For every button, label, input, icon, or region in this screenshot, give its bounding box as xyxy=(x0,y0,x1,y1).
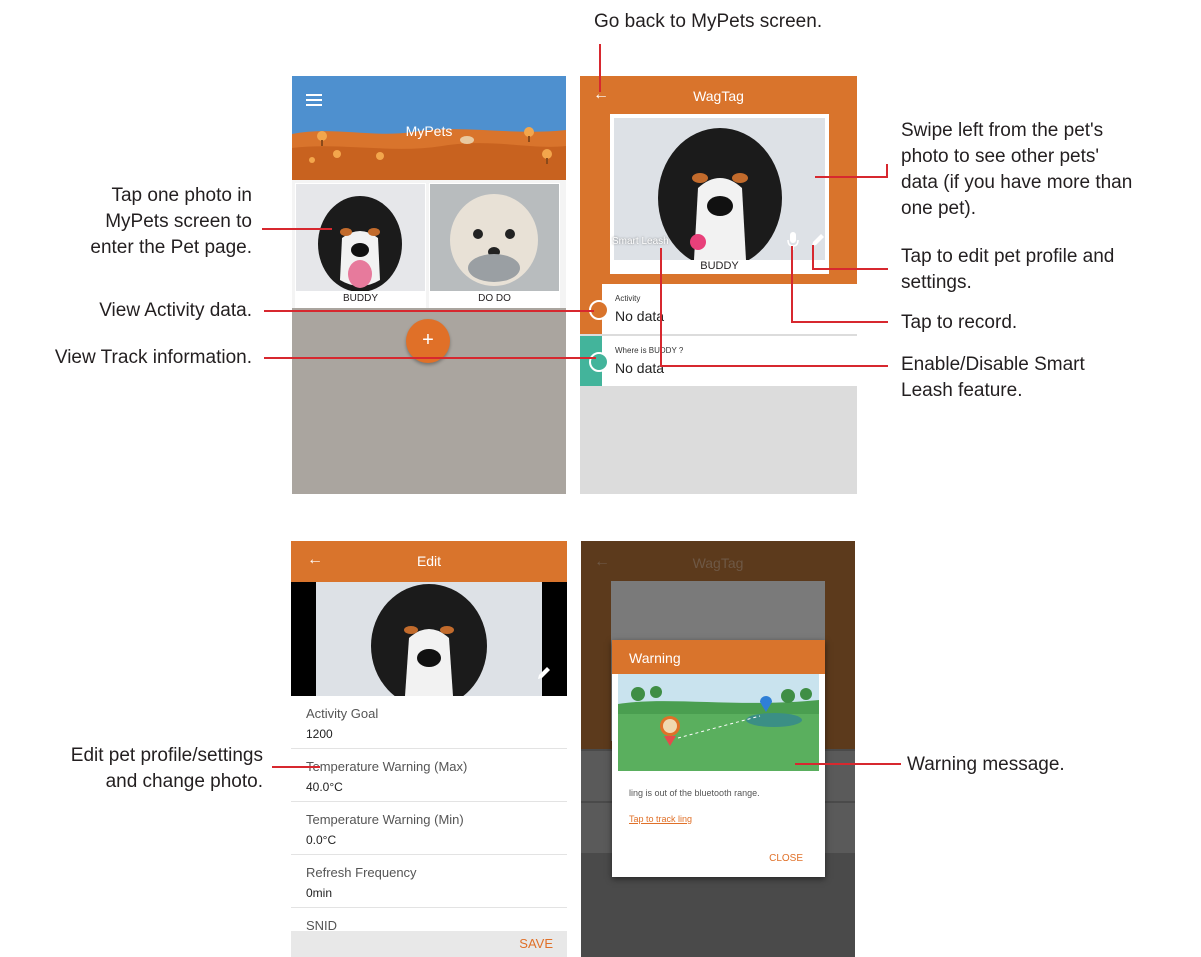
microphone-icon[interactable] xyxy=(787,232,799,250)
annotation-line: Tap to edit pet profile and xyxy=(901,246,1115,267)
connector-line xyxy=(812,268,888,270)
pet-card-buddy[interactable]: BUDDY xyxy=(295,183,426,308)
pencil-icon[interactable] xyxy=(536,665,552,681)
connector-line xyxy=(262,228,332,230)
wagtag-header: ← WagTag BUDDY Smart Leash xyxy=(580,76,857,284)
field-refresh-frequency[interactable]: Refresh Frequency 0min xyxy=(291,855,567,908)
connector-line xyxy=(264,357,596,359)
connector-line xyxy=(795,763,901,765)
connector-line xyxy=(886,164,888,178)
annotation-edit-profile: Edit pet profile/settings and change pho… xyxy=(0,743,263,795)
menu-icon[interactable] xyxy=(306,94,322,106)
annotation-tap-photo: Tap one photo in MyPets screen to enter … xyxy=(40,183,252,261)
annotation-tap-record: Tap to record. xyxy=(901,312,1018,333)
annotation-smart-leash: Enable/Disable Smart Leash feature. xyxy=(901,352,1085,404)
field-label: Temperature Warning (Max) xyxy=(306,759,468,774)
annotation-line: one pet). xyxy=(901,198,976,219)
annotation-line: settings. xyxy=(901,272,972,293)
pet-photo-card: BUDDY xyxy=(610,114,829,274)
track-row[interactable]: Where is BUDDY ? No data xyxy=(580,336,857,386)
mypets-header: MyPets xyxy=(292,76,566,180)
field-temp-max[interactable]: Temperature Warning (Max) 40.0°C xyxy=(291,749,567,802)
field-activity-goal[interactable]: Activity Goal 1200 xyxy=(291,696,567,749)
close-button[interactable]: CLOSE xyxy=(769,853,803,864)
out-of-range-illustration xyxy=(618,674,819,771)
annotation-line: photo to see other pets' xyxy=(901,146,1099,167)
connector-line xyxy=(660,365,888,367)
wagtag-screen: ← WagTag BUDDY Smart Leash Activity No d… xyxy=(580,76,857,494)
location-pin-icon xyxy=(589,352,609,372)
pet-photo[interactable] xyxy=(296,184,425,291)
connector-line xyxy=(791,321,888,323)
warning-dialog: Warning ling is out of the bluetooth ran… xyxy=(612,640,825,877)
connector-line xyxy=(812,245,814,270)
pet-grid: BUDDY DO DO xyxy=(292,180,566,308)
edit-screen: ← Edit Activity Goal 1200 Temperature Wa… xyxy=(291,541,567,957)
dialog-title: Warning xyxy=(629,650,681,666)
pet-photo[interactable] xyxy=(291,582,567,696)
smart-leash-toggle[interactable] xyxy=(690,234,706,250)
track-value: No data xyxy=(615,360,665,376)
connector-line xyxy=(264,310,594,312)
activity-label: Activity xyxy=(615,294,641,303)
field-label: Activity Goal xyxy=(306,706,379,721)
annotation-line: data (if you have more than xyxy=(901,172,1133,193)
connector-line xyxy=(660,248,662,367)
warning-screen: ← WagTag Warning ling is out of the blue… xyxy=(581,541,855,957)
annotation-line: and change photo. xyxy=(105,771,263,792)
pet-card-dodo[interactable]: DO DO xyxy=(429,183,560,308)
save-button[interactable]: SAVE xyxy=(519,936,553,951)
annotation-warning-message: Warning message. xyxy=(907,754,1065,775)
annotation-tap-edit: Tap to edit pet profile and settings. xyxy=(901,244,1114,296)
edit-header: ← Edit xyxy=(291,541,567,582)
smart-leash-label: Smart Leash xyxy=(612,236,669,247)
activity-value: No data xyxy=(615,308,665,324)
annotation-go-back: Go back to MyPets screen. xyxy=(594,11,823,32)
annotation-line: MyPets screen to xyxy=(105,211,252,232)
field-value: 0min xyxy=(306,886,333,900)
field-label: Temperature Warning (Min) xyxy=(306,812,464,827)
pet-photo[interactable] xyxy=(430,184,559,291)
field-value: 0.0°C xyxy=(306,833,337,847)
field-temp-min[interactable]: Temperature Warning (Min) 0.0°C xyxy=(291,802,567,855)
pet-name: BUDDY xyxy=(700,260,739,272)
field-label: Refresh Frequency xyxy=(306,865,417,880)
page-title: MyPets xyxy=(405,123,453,139)
annotation-line: Leash feature. xyxy=(901,380,1023,401)
annotation-view-track: View Track information. xyxy=(54,347,252,368)
annotation-line: enter the Pet page. xyxy=(90,237,252,258)
field-value: 1200 xyxy=(306,727,333,741)
page-title: WagTag xyxy=(693,88,744,104)
dialog-header: Warning xyxy=(612,640,825,674)
annotation-line: Tap one photo in xyxy=(111,185,252,206)
mypets-screen: MyPets BUDDY DO DO + xyxy=(292,76,566,494)
field-value: 40.0°C xyxy=(306,780,343,794)
annotation-line: Enable/Disable Smart xyxy=(901,354,1085,375)
track-link[interactable]: Tap to track ling xyxy=(629,814,692,824)
pet-name: BUDDY xyxy=(342,293,378,304)
track-label: Where is BUDDY ? xyxy=(615,346,684,355)
activity-row[interactable]: Activity No data xyxy=(580,284,857,334)
dimmed-title: WagTag xyxy=(692,555,744,571)
annotation-view-activity: View Activity data. xyxy=(99,300,252,321)
edit-footer: SAVE xyxy=(291,931,567,957)
pet-name: DO DO xyxy=(478,293,511,304)
page-title: Edit xyxy=(416,553,442,569)
connector-line xyxy=(815,176,888,178)
connector-line xyxy=(599,44,601,92)
annotation-swipe: Swipe left from the pet's photo to see o… xyxy=(901,118,1132,222)
connector-line xyxy=(272,766,320,768)
connector-line xyxy=(791,246,793,322)
annotation-line: Swipe left from the pet's xyxy=(901,120,1104,141)
annotation-line: Edit pet profile/settings xyxy=(70,745,263,766)
warning-message: ling is out of the bluetooth range. xyxy=(629,788,760,798)
